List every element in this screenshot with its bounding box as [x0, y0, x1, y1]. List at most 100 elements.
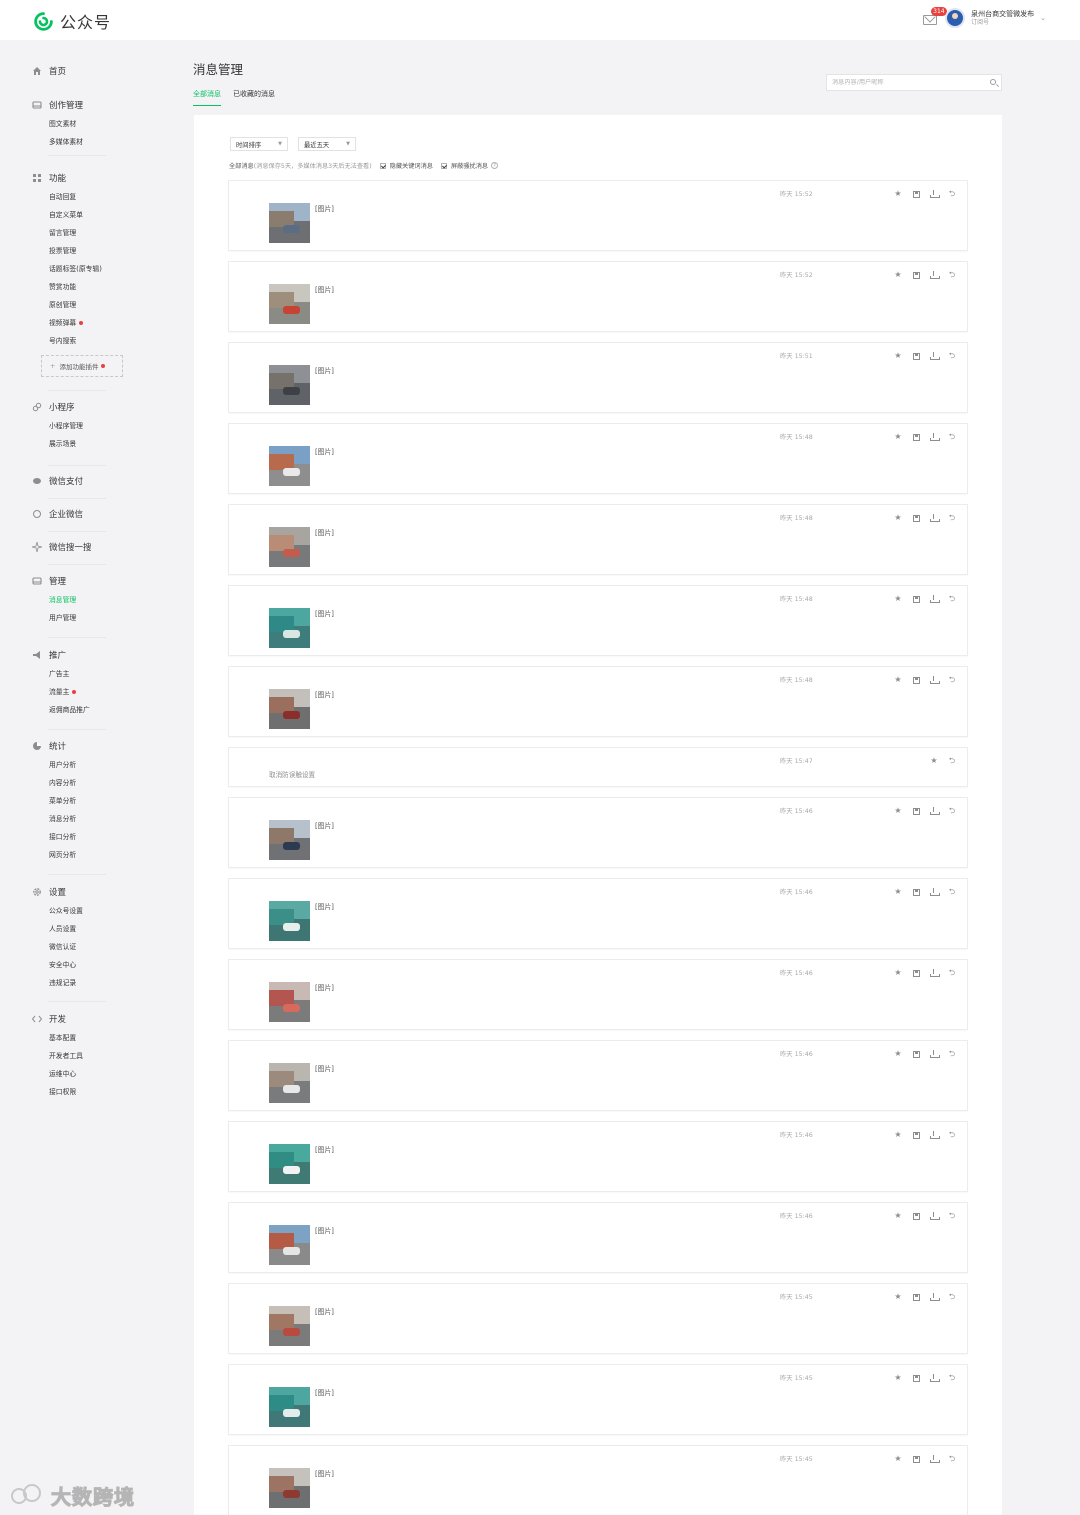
sidebar-item[interactable]: 运维中心 — [49, 1065, 83, 1083]
star-icon[interactable]: ★ — [893, 189, 903, 199]
sidebar-item[interactable]: 用户管理 — [49, 609, 76, 627]
save-icon[interactable] — [911, 806, 921, 816]
brand[interactable]: 公众号 — [33, 9, 111, 33]
star-icon[interactable]: ★ — [893, 1454, 903, 1464]
sidebar-item[interactable]: 流量主 — [49, 683, 90, 701]
sidebar-item[interactable]: 人员设置 — [49, 920, 83, 938]
message-row[interactable]: 昨天 15:46 ★ ⮌ [图片] — [228, 1202, 968, 1273]
sidebar-item[interactable]: 内容分析 — [49, 774, 76, 792]
sidebar-item[interactable]: 安全中心 — [49, 956, 83, 974]
message-row[interactable]: 昨天 15:48 ★ ⮌ [图片] — [228, 504, 968, 575]
message-image[interactable] — [269, 365, 310, 405]
message-image[interactable] — [269, 1063, 310, 1103]
reply-icon[interactable]: ⮌ — [947, 432, 957, 442]
search-input[interactable] — [832, 79, 982, 86]
sidebar-section-header[interactable]: 创作管理 — [32, 98, 83, 112]
message-row[interactable]: 昨天 15:48 ★ ⮌ [图片] — [228, 666, 968, 737]
sidebar-item[interactable]: 小程序管理 — [49, 417, 83, 435]
range-select[interactable]: 最近五天 ▼ — [298, 137, 356, 151]
avatar[interactable] — [945, 8, 966, 28]
reply-icon[interactable]: ⮌ — [947, 675, 957, 685]
message-image[interactable] — [269, 1306, 310, 1346]
download-icon[interactable] — [929, 270, 940, 280]
tab-starred-messages[interactable]: 已收藏的消息 — [233, 89, 275, 106]
message-image[interactable] — [269, 901, 310, 941]
download-icon[interactable] — [929, 968, 940, 978]
star-icon[interactable]: ★ — [893, 351, 903, 361]
message-image[interactable] — [269, 446, 310, 486]
sidebar-item[interactable]: 赞赏功能 — [49, 278, 123, 296]
search-icon[interactable] — [990, 79, 996, 85]
sidebar-item[interactable]: 原创管理 — [49, 296, 123, 314]
sidebar-item-home[interactable]: 首页 — [32, 64, 66, 78]
sidebar-item[interactable]: 接口权限 — [49, 1083, 83, 1101]
reply-icon[interactable]: ⮌ — [947, 1454, 957, 1464]
message-row[interactable]: 昨天 15:45 ★ ⮌ [图片] — [228, 1445, 968, 1515]
sidebar-item[interactable]: 返佣商品推广 — [49, 701, 90, 719]
sidebar-item[interactable]: 展示场景 — [49, 435, 83, 453]
message-row[interactable]: 昨天 15:46 ★ ⮌ [图片] — [228, 797, 968, 868]
download-icon[interactable] — [929, 432, 940, 442]
sidebar-item[interactable]: 消息管理 — [49, 591, 76, 609]
save-icon[interactable] — [911, 594, 921, 604]
sidebar-item[interactable]: 广告主 — [49, 665, 90, 683]
chevron-down-icon[interactable]: ⌄ — [1040, 14, 1046, 22]
message-image[interactable] — [269, 820, 310, 860]
message-row[interactable]: 昨天 15:52 ★ ⮌ [图片] — [228, 180, 968, 251]
sidebar-item[interactable]: 投票管理 — [49, 242, 123, 260]
message-row[interactable]: 昨天 15:51 ★ ⮌ [图片] — [228, 342, 968, 413]
star-icon[interactable]: ★ — [929, 756, 939, 766]
download-icon[interactable] — [929, 351, 940, 361]
sidebar-section-header[interactable]: 开发 — [32, 1012, 83, 1026]
message-image[interactable] — [269, 982, 310, 1022]
star-icon[interactable]: ★ — [893, 968, 903, 978]
download-icon[interactable] — [929, 1049, 940, 1059]
message-image[interactable] — [269, 1387, 310, 1427]
sidebar-item[interactable]: 接口分析 — [49, 828, 76, 846]
message-row[interactable]: 昨天 15:46 ★ ⮌ [图片] — [228, 878, 968, 949]
sidebar-section-header[interactable]: 微信搜一搜 — [32, 540, 92, 554]
message-row[interactable]: 昨天 15:52 ★ ⮌ [图片] — [228, 261, 968, 332]
star-icon[interactable]: ★ — [893, 887, 903, 897]
star-icon[interactable]: ★ — [893, 270, 903, 280]
reply-icon[interactable]: ⮌ — [947, 1049, 957, 1059]
sidebar-item[interactable]: 消息分析 — [49, 810, 76, 828]
star-icon[interactable]: ★ — [893, 1130, 903, 1140]
message-row[interactable]: 昨天 15:48 ★ ⮌ [图片] — [228, 423, 968, 494]
reply-icon[interactable]: ⮌ — [947, 1211, 957, 1221]
download-icon[interactable] — [929, 675, 940, 685]
message-row[interactable]: 昨天 15:47 ★ ⮌ 取消防误触设置 — [228, 747, 968, 787]
reply-icon[interactable]: ⮌ — [947, 270, 957, 280]
message-row[interactable]: 昨天 15:45 ★ ⮌ [图片] — [228, 1283, 968, 1354]
save-icon[interactable] — [911, 1211, 921, 1221]
save-icon[interactable] — [911, 432, 921, 442]
hide-keyword-checkbox[interactable]: 隐藏关键词消息 — [379, 161, 433, 170]
sidebar-item[interactable]: 图文素材 — [49, 115, 83, 133]
sort-select[interactable]: 时间排序 ▼ — [230, 137, 288, 151]
star-icon[interactable]: ★ — [893, 432, 903, 442]
reply-icon[interactable]: ⮌ — [947, 1130, 957, 1140]
message-image[interactable] — [269, 203, 310, 243]
message-image[interactable] — [269, 284, 310, 324]
message-row[interactable]: 昨天 15:46 ★ ⮌ [图片] — [228, 1121, 968, 1192]
star-icon[interactable]: ★ — [893, 806, 903, 816]
sidebar-item[interactable]: 用户分析 — [49, 756, 76, 774]
save-icon[interactable] — [911, 351, 921, 361]
help-icon[interactable]: ? — [491, 162, 499, 169]
save-icon[interactable] — [911, 1292, 921, 1302]
save-icon[interactable] — [911, 887, 921, 897]
sidebar-section-header[interactable]: 管理 — [32, 574, 76, 588]
sidebar-item[interactable]: 留言管理 — [49, 224, 123, 242]
sidebar-item[interactable]: 开发者工具 — [49, 1047, 83, 1065]
download-icon[interactable] — [929, 594, 940, 604]
save-icon[interactable] — [911, 1454, 921, 1464]
sidebar-item[interactable]: 号内搜索 — [49, 332, 123, 350]
message-image[interactable] — [269, 689, 310, 729]
download-icon[interactable] — [929, 887, 940, 897]
sidebar-item[interactable]: 自定义菜单 — [49, 206, 123, 224]
star-icon[interactable]: ★ — [893, 1373, 903, 1383]
message-image[interactable] — [269, 527, 310, 567]
message-image[interactable] — [269, 1225, 310, 1265]
download-icon[interactable] — [929, 1211, 940, 1221]
save-icon[interactable] — [911, 270, 921, 280]
